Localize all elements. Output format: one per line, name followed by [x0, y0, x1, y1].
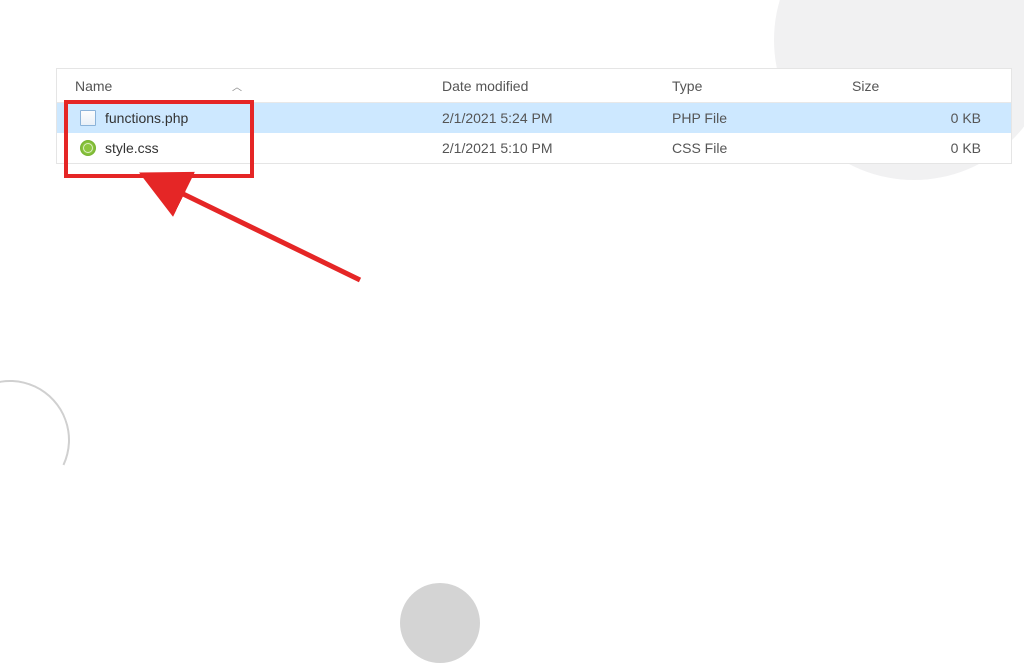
file-name-label: style.css [105, 140, 159, 156]
file-size-cell: 0 KB [852, 140, 1011, 156]
file-list: functions.php 2/1/2021 5:24 PMPHP File0 K… [57, 103, 1011, 163]
file-date-cell: 2/1/2021 5:24 PM [442, 110, 672, 126]
file-type-cell: PHP File [672, 110, 852, 126]
column-header-row: Name ︿ Date modified Type Size [57, 69, 1011, 103]
annotation-arrow-icon [130, 170, 390, 300]
decorative-circle-bottom [400, 583, 480, 663]
column-header-size-label: Size [852, 78, 879, 94]
decorative-arc [0, 363, 87, 517]
column-header-type-label: Type [672, 78, 702, 94]
php-file-icon [79, 109, 97, 127]
file-explorer-panel: Name ︿ Date modified Type Size functions… [56, 68, 1012, 164]
column-header-size[interactable]: Size [852, 78, 1011, 94]
column-header-date-label: Date modified [442, 78, 528, 94]
file-row[interactable]: style.css 2/1/2021 5:10 PMCSS File0 KB [57, 133, 1011, 163]
css-file-icon [79, 139, 97, 157]
file-name-label: functions.php [105, 110, 188, 126]
file-name-cell: functions.php [57, 109, 442, 127]
file-name-cell: style.css [57, 139, 442, 157]
file-size-cell: 0 KB [852, 110, 1011, 126]
column-header-type[interactable]: Type [672, 78, 852, 94]
file-date-cell: 2/1/2021 5:10 PM [442, 140, 672, 156]
column-header-name-label: Name [75, 78, 112, 94]
column-header-name[interactable]: Name ︿ [57, 78, 442, 94]
sort-ascending-icon: ︿ [232, 78, 242, 93]
file-type-cell: CSS File [672, 140, 852, 156]
file-row[interactable]: functions.php 2/1/2021 5:24 PMPHP File0 K… [57, 103, 1011, 133]
column-header-date[interactable]: Date modified [442, 78, 672, 94]
